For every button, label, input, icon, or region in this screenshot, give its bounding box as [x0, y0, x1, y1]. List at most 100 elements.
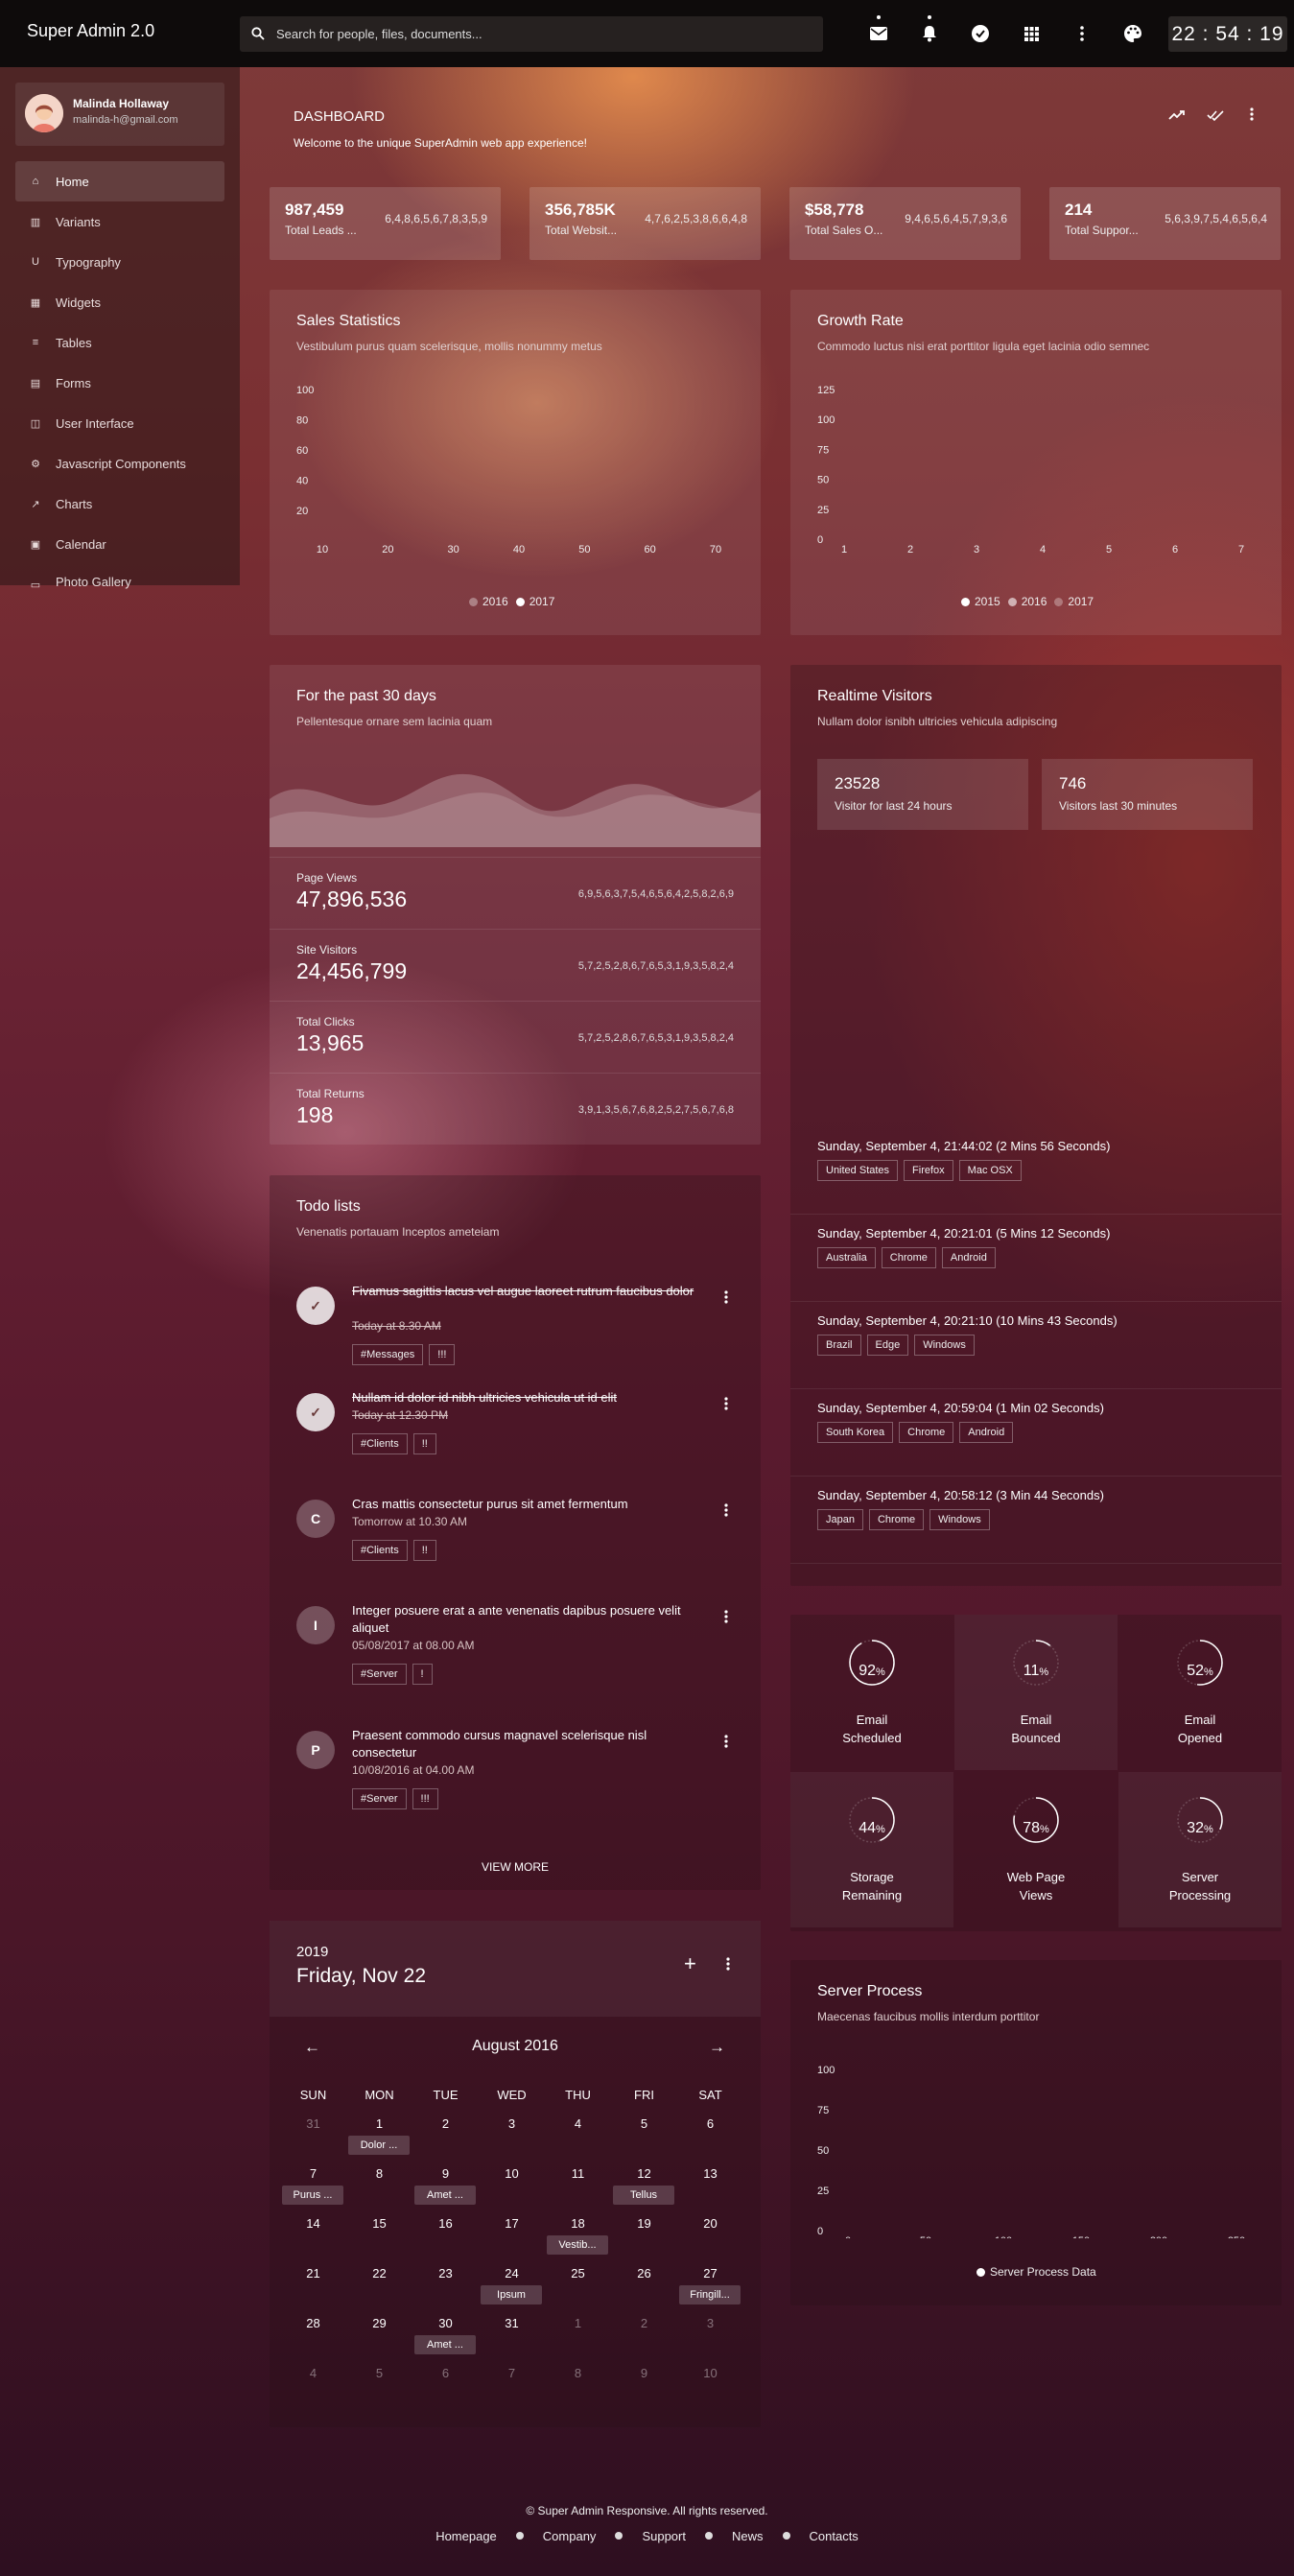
more-vertical-icon[interactable]: [1250, 107, 1254, 126]
more-vertical-icon[interactable]: [724, 1290, 728, 1309]
footer-link-homepage[interactable]: Homepage: [435, 2529, 497, 2543]
apps-grid-icon[interactable]: [1019, 21, 1044, 46]
calendar-day[interactable]: 18: [545, 2216, 611, 2231]
calendar-day[interactable]: 12: [611, 2166, 677, 2181]
footer-link-contacts[interactable]: Contacts: [810, 2529, 859, 2543]
calendar-day[interactable]: 20: [677, 2216, 743, 2231]
calendar-event[interactable]: Fringill...: [679, 2285, 741, 2304]
legend-label[interactable]: 2017: [529, 595, 555, 608]
legend-label[interactable]: 2016: [1022, 595, 1047, 608]
calendar-day[interactable]: 16: [412, 2216, 479, 2231]
check-icon[interactable]: ✓: [296, 1287, 335, 1325]
todo-tag[interactable]: #Server: [352, 1788, 407, 1809]
calendar-event[interactable]: Vestib...: [547, 2235, 608, 2255]
calendar-day[interactable]: 21: [280, 2266, 346, 2281]
calendar-day[interactable]: 2: [611, 2316, 677, 2330]
calendar-day[interactable]: 4: [280, 2366, 346, 2380]
sidebar-item-home[interactable]: ⌂ Home: [15, 161, 224, 201]
todo-avatar[interactable]: P: [296, 1731, 335, 1769]
calendar-day[interactable]: 4: [545, 2116, 611, 2131]
calendar-day[interactable]: 6: [412, 2366, 479, 2380]
calendar-day[interactable]: 22: [346, 2266, 412, 2281]
todo-tag[interactable]: #Clients: [352, 1540, 408, 1561]
next-month-arrow-icon[interactable]: →: [709, 2038, 725, 2057]
sidebar-item-photo-gallery[interactable]: ▭ Photo Gallery: [15, 564, 224, 589]
user-card[interactable]: Malinda Hollaway malinda-h@gmail.com: [15, 83, 224, 146]
sidebar-item-tables[interactable]: ≡ Tables: [15, 322, 224, 363]
calendar-day[interactable]: 10: [677, 2366, 743, 2380]
done-all-icon[interactable]: [1207, 108, 1224, 126]
calendar-day[interactable]: 14: [280, 2216, 346, 2231]
legend-label[interactable]: Server Process Data: [990, 2265, 1096, 2279]
trending-icon[interactable]: [1168, 108, 1186, 126]
calendar-day[interactable]: 2: [412, 2116, 479, 2131]
footer-link-support[interactable]: Support: [642, 2529, 686, 2543]
stat-card[interactable]: 356,785K Total Websit... 4,7,6,2,5,3,8,6,6…: [529, 187, 761, 260]
palette-icon[interactable]: [1120, 21, 1145, 46]
legend-label[interactable]: 2017: [1068, 595, 1094, 608]
calendar-event[interactable]: Amet ...: [414, 2335, 476, 2354]
calendar-event[interactable]: Dolor ...: [348, 2136, 410, 2155]
sidebar-item-widgets[interactable]: ▦ Widgets: [15, 282, 224, 322]
check-icon[interactable]: ✓: [296, 1393, 335, 1431]
calendar-day[interactable]: 13: [677, 2166, 743, 2181]
more-vertical-icon[interactable]: [724, 1503, 728, 1522]
sidebar-item-user-interface[interactable]: ◫ User Interface: [15, 403, 224, 443]
more-vertical-icon[interactable]: [724, 1610, 728, 1628]
todo-tag[interactable]: !!!: [412, 1788, 438, 1809]
search-box[interactable]: [240, 16, 823, 52]
calendar-day[interactable]: 5: [611, 2116, 677, 2131]
footer-link-news[interactable]: News: [732, 2529, 764, 2543]
footer-link-company[interactable]: Company: [543, 2529, 597, 2543]
calendar-event[interactable]: Ipsum: [481, 2285, 542, 2304]
calendar-day[interactable]: 7: [280, 2166, 346, 2181]
calendar-day[interactable]: 1: [545, 2316, 611, 2330]
calendar-day[interactable]: 31: [479, 2316, 545, 2330]
legend-label[interactable]: 2015: [975, 595, 1000, 608]
calendar-day[interactable]: 3: [677, 2316, 743, 2330]
todo-avatar[interactable]: I: [296, 1606, 335, 1644]
calendar-day[interactable]: 9: [412, 2166, 479, 2181]
calendar-day[interactable]: 27: [677, 2266, 743, 2281]
calendar-day[interactable]: 8: [545, 2366, 611, 2380]
stat-card[interactable]: 987,459 Total Leads ... 6,4,8,6,5,6,7,8,3,…: [270, 187, 501, 260]
more-vertical-icon[interactable]: [724, 1735, 728, 1753]
add-icon[interactable]: +: [684, 1951, 696, 1976]
sidebar-item-forms[interactable]: ▤ Forms: [15, 363, 224, 403]
calendar-event[interactable]: Amet ...: [414, 2186, 476, 2205]
sidebar-item-variants[interactable]: ▥ Variants: [15, 201, 224, 242]
calendar-day[interactable]: 28: [280, 2316, 346, 2330]
sidebar-item-charts[interactable]: ↗ Charts: [15, 484, 224, 524]
calendar-day[interactable]: 8: [346, 2166, 412, 2181]
todo-tag[interactable]: !!: [412, 1433, 436, 1454]
calendar-day[interactable]: 10: [479, 2166, 545, 2181]
more-vertical-icon[interactable]: [726, 1957, 730, 1975]
calendar-day[interactable]: 29: [346, 2316, 412, 2330]
calendar-day[interactable]: 17: [479, 2216, 545, 2231]
view-more-button[interactable]: VIEW MORE: [270, 1860, 761, 1874]
todo-avatar[interactable]: C: [296, 1500, 335, 1538]
sidebar-item-javascript-components[interactable]: ⚙ Javascript Components: [15, 443, 224, 484]
search-input[interactable]: [276, 16, 813, 52]
calendar-day[interactable]: 30: [412, 2316, 479, 2330]
bell-icon[interactable]: [917, 15, 942, 46]
todo-tag[interactable]: #Server: [352, 1664, 407, 1685]
sidebar-item-typography[interactable]: U Typography: [15, 242, 224, 282]
stat-card[interactable]: $58,778 Total Sales O... 9,4,6,5,6,4,5,7,9…: [789, 187, 1021, 260]
todo-tag[interactable]: !!!: [429, 1344, 456, 1365]
legend-label[interactable]: 2016: [482, 595, 508, 608]
todo-tag[interactable]: #Clients: [352, 1433, 408, 1454]
calendar-day[interactable]: 11: [545, 2166, 611, 2181]
calendar-day[interactable]: 3: [479, 2116, 545, 2131]
more-vertical-icon[interactable]: [724, 1397, 728, 1415]
calendar-day[interactable]: 6: [677, 2116, 743, 2131]
calendar-day[interactable]: 9: [611, 2366, 677, 2380]
sidebar-item-calendar[interactable]: ▣ Calendar: [15, 524, 224, 564]
calendar-event[interactable]: Purus ...: [282, 2186, 343, 2205]
more-vertical-icon[interactable]: [1070, 21, 1094, 46]
mail-icon[interactable]: [866, 15, 891, 46]
stat-card[interactable]: 214 Total Suppor... 5,6,3,9,7,5,4,6,5,6,4: [1049, 187, 1281, 260]
todo-tag[interactable]: !: [412, 1664, 433, 1685]
calendar-day[interactable]: 24: [479, 2266, 545, 2281]
calendar-day[interactable]: 19: [611, 2216, 677, 2231]
